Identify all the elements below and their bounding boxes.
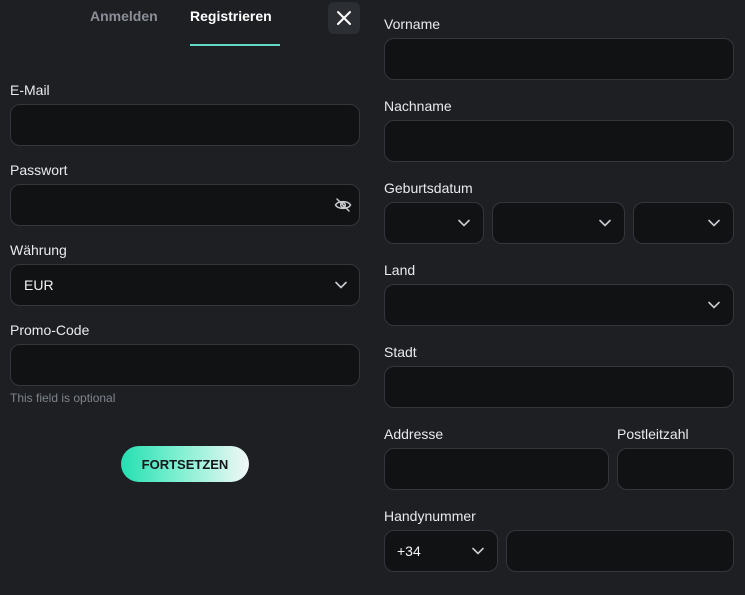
phone-label: Handynummer: [384, 508, 476, 524]
city-label: Stadt: [384, 344, 417, 360]
country-select[interactable]: [384, 284, 734, 326]
chevron-down-icon: [472, 547, 484, 555]
first-name-label: Vorname: [384, 16, 441, 32]
country-label: Land: [384, 262, 416, 278]
tab-login[interactable]: Anmelden: [90, 8, 158, 24]
phone-prefix-select[interactable]: +34: [384, 530, 498, 572]
birth-day-select[interactable]: [384, 202, 484, 244]
address-label: Addresse: [384, 426, 444, 442]
currency-label: Währung: [10, 242, 67, 258]
last-name-label: Nachname: [384, 98, 452, 114]
tab-register[interactable]: Registrieren: [190, 8, 272, 24]
chevron-down-icon: [458, 219, 470, 227]
currency-select[interactable]: EUR: [10, 264, 360, 306]
password-field[interactable]: [10, 184, 360, 226]
email-field[interactable]: [10, 104, 360, 146]
promo-code-field[interactable]: [10, 344, 360, 386]
promo-code-label: Promo-Code: [10, 322, 90, 338]
last-name-field[interactable]: [384, 120, 734, 162]
chevron-down-icon: [599, 219, 611, 227]
birth-year-select[interactable]: [633, 202, 734, 244]
postcode-field[interactable]: [617, 448, 734, 490]
continue-button[interactable]: FORTSETZEN: [121, 446, 249, 482]
chevron-down-icon: [708, 301, 720, 309]
email-label: E-Mail: [10, 82, 50, 98]
eye-off-icon[interactable]: [334, 197, 352, 213]
close-button[interactable]: [328, 2, 360, 34]
chevron-down-icon: [708, 219, 720, 227]
first-name-field[interactable]: [384, 38, 734, 80]
promo-code-hint: This field is optional: [10, 391, 116, 405]
password-label: Passwort: [10, 162, 68, 178]
close-icon: [337, 11, 351, 25]
currency-value: EUR: [24, 277, 54, 293]
phone-prefix-value: +34: [397, 543, 421, 559]
postcode-label: Postleitzahl: [617, 426, 689, 442]
address-field[interactable]: [384, 448, 609, 490]
birthdate-label: Geburtsdatum: [384, 180, 473, 196]
birth-month-select[interactable]: [492, 202, 625, 244]
phone-number-field[interactable]: [506, 530, 734, 572]
chevron-down-icon: [335, 281, 347, 289]
city-field[interactable]: [384, 366, 734, 408]
tab-active-indicator: [190, 44, 280, 46]
